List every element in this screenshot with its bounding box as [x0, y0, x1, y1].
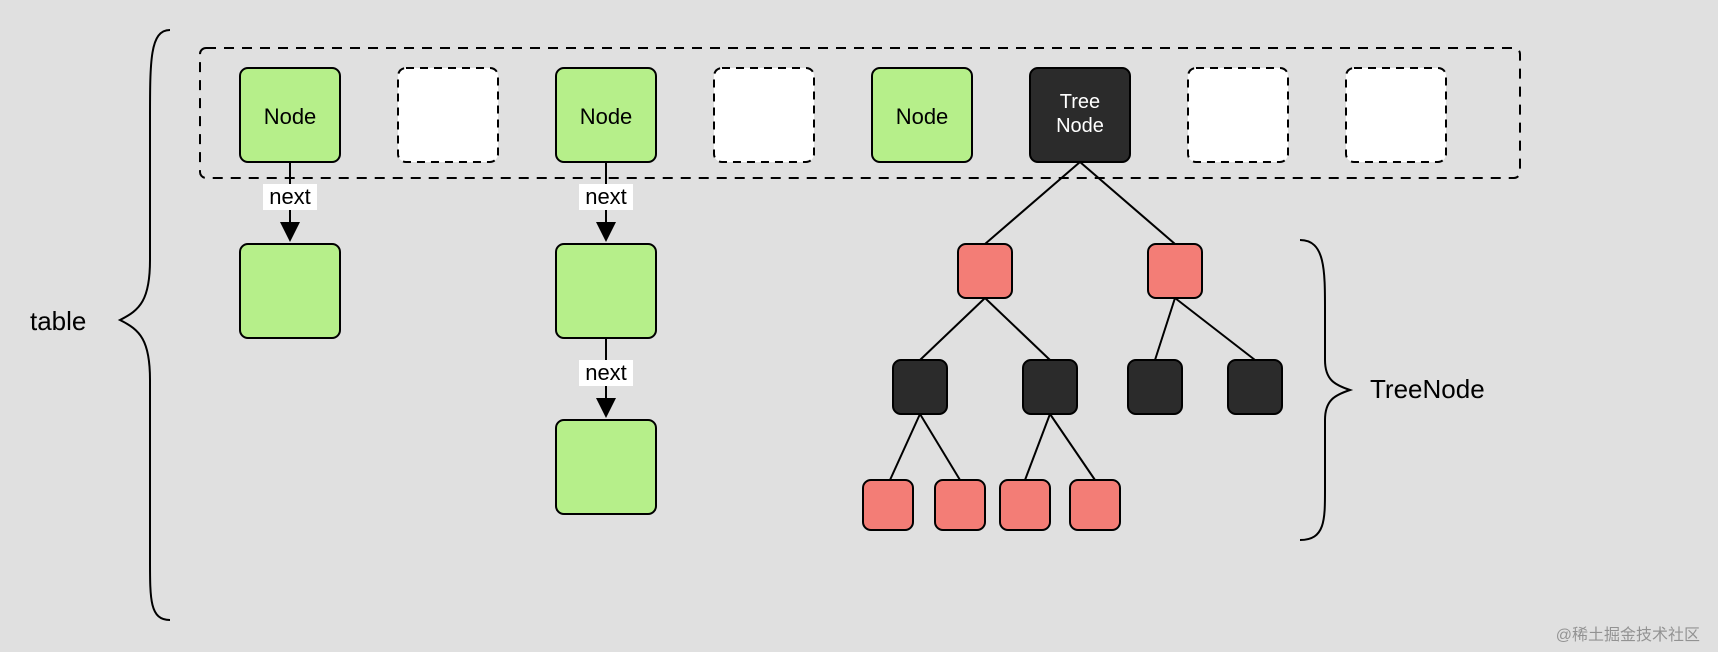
slot-3	[714, 68, 814, 162]
slot-0: Node	[240, 68, 340, 162]
slot-4: Node	[872, 68, 972, 162]
tree-edge-8	[1050, 414, 1095, 480]
slot-1	[398, 68, 498, 162]
tree-edge-root-l	[985, 162, 1080, 244]
next-label-0: next	[269, 184, 311, 209]
next-arrow-2a: next	[579, 162, 633, 238]
tree-l3-c	[1000, 480, 1050, 530]
right-brace	[1300, 240, 1350, 540]
slot-6	[1188, 68, 1288, 162]
chain0-node1	[240, 244, 340, 338]
slot-5-label-2: Node	[1056, 115, 1104, 137]
tree-edge-3	[1155, 298, 1175, 360]
slot-5-label-1: Tree	[1060, 91, 1100, 113]
tree-edge-root-r	[1080, 162, 1175, 244]
chain2-node2	[556, 420, 656, 514]
slot-2: Node	[556, 68, 656, 162]
next-label-2b: next	[585, 360, 627, 385]
treenode-label: TreeNode	[1370, 374, 1485, 404]
tree-l2-c	[1128, 360, 1182, 414]
tree-l1-a	[958, 244, 1012, 298]
tree-edge-4	[1175, 298, 1255, 360]
tree-l2-b	[1023, 360, 1077, 414]
slot-2-label: Node	[580, 104, 633, 129]
tree-l3-b	[935, 480, 985, 530]
slot-0-label: Node	[264, 104, 317, 129]
tree-l3-a	[863, 480, 913, 530]
next-arrow-2b: next	[579, 338, 633, 414]
table-label: table	[30, 306, 86, 336]
next-arrow-0: next	[263, 162, 317, 238]
tree-l2-d	[1228, 360, 1282, 414]
slot-4-label: Node	[896, 104, 949, 129]
tree-edge-6	[920, 414, 960, 480]
tree-edge-2	[985, 298, 1050, 360]
slot-7	[1346, 68, 1446, 162]
watermark: @稀土掘金技术社区	[1556, 626, 1700, 644]
tree-l3-d	[1070, 480, 1120, 530]
next-label-2a: next	[585, 184, 627, 209]
chain2-node1	[556, 244, 656, 338]
tree-edge-7	[1025, 414, 1050, 480]
tree-edge-5	[890, 414, 920, 480]
tree-l2-a	[893, 360, 947, 414]
left-brace	[120, 30, 170, 620]
tree-l1-b	[1148, 244, 1202, 298]
tree-edge-1	[920, 298, 985, 360]
slot-5: Tree Node	[1030, 68, 1130, 162]
